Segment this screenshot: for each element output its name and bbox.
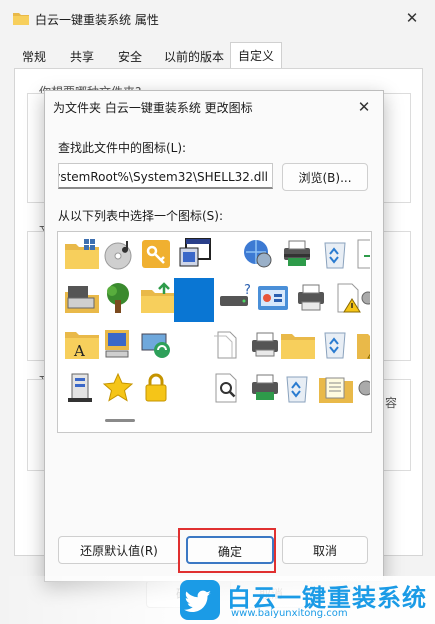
recycle-bin-icon [286,376,308,403]
folder-printer-icon [281,334,315,359]
printer-icon [298,284,324,311]
folder-icons-hint: 容 [385,396,398,410]
star-icon [102,372,134,402]
tab-security[interactable]: 安全 [110,45,150,69]
icon-file-path-input[interactable]: SystemRoot%\System32\SHELL32.dll [58,163,273,189]
folder-font-icon: A [65,332,99,360]
key-icon [142,240,170,268]
search-document-icon [215,373,237,403]
computer-folder-icon [105,330,129,358]
dialog-title: 为文件夹 白云一键重装系统 更改图标 [53,101,253,115]
folder-warning-icon [357,334,370,359]
monitor-sync-icon [141,333,170,358]
properties-close-button[interactable]: ✕ [400,6,424,30]
gear-partial-icon [361,291,370,305]
svg-text:?: ? [244,283,251,298]
properties-title: 白云一键重装系统 属性 [35,13,159,27]
watermark-url: www.baiyunxitong.com [231,608,348,619]
gear-partial-icon [358,380,370,396]
icon-list-scrollbar[interactable] [105,419,135,422]
twitter-bird-icon [180,580,220,620]
icon-option[interactable] [136,368,180,408]
dialog-close-button[interactable]: ✕ [351,94,377,120]
restore-defaults-button[interactable]: 还原默认值(R) [58,536,180,564]
scanner-icon [65,286,99,313]
tab-sharing[interactable]: 共享 [62,45,102,69]
music-cd-icon [104,241,132,270]
tab-general[interactable]: 常规 [14,45,54,69]
folder-upload-icon [141,282,175,313]
recycle-bin-icon [324,242,346,269]
tree-icon [107,283,129,313]
icon-option[interactable] [174,234,218,274]
folder-notes-icon [319,377,353,403]
documents-icon [214,331,237,359]
ok-button-highlight [178,528,276,573]
icon-option[interactable] [136,324,180,364]
printer-icon [284,240,310,266]
dialog-cancel-button[interactable]: 取消 [282,536,368,564]
folder-icon [13,13,29,25]
find-icons-label: 查找此文件中的图标(L): [58,141,187,155]
drive-question-icon: ? [220,283,251,306]
browse-button[interactable]: 浏览(B)... [282,163,368,191]
icon-option[interactable] [352,234,370,274]
tab-customize[interactable]: 自定义 [230,42,282,70]
select-icon-label: 从以下列表中选择一个图标(S): [58,209,224,223]
icon-option[interactable] [354,278,370,318]
partial-green-icon [357,239,370,269]
control-panel-icon [258,286,288,310]
icon-option[interactable] [352,324,370,364]
icon-list[interactable]: ? A [57,231,372,433]
recycle-bin-icon [324,332,346,359]
program-window-icon [179,238,211,267]
lock-icon [145,373,167,402]
change-icon-dialog: 为文件夹 白云一键重装系统 更改图标 ✕ 查找此文件中的图标(L): Syste… [44,90,384,582]
folder-grid-icon [65,239,99,269]
tab-previous-versions[interactable]: 以前的版本 [158,45,230,69]
svg-text:A: A [73,342,85,360]
server-icon [68,373,92,402]
network-globe-icon [244,240,272,268]
icon-option[interactable] [352,368,370,408]
icon-option-selected[interactable] [174,278,214,322]
icon-file-path-value: SystemRoot%\System32\SHELL32.dll [58,170,268,184]
